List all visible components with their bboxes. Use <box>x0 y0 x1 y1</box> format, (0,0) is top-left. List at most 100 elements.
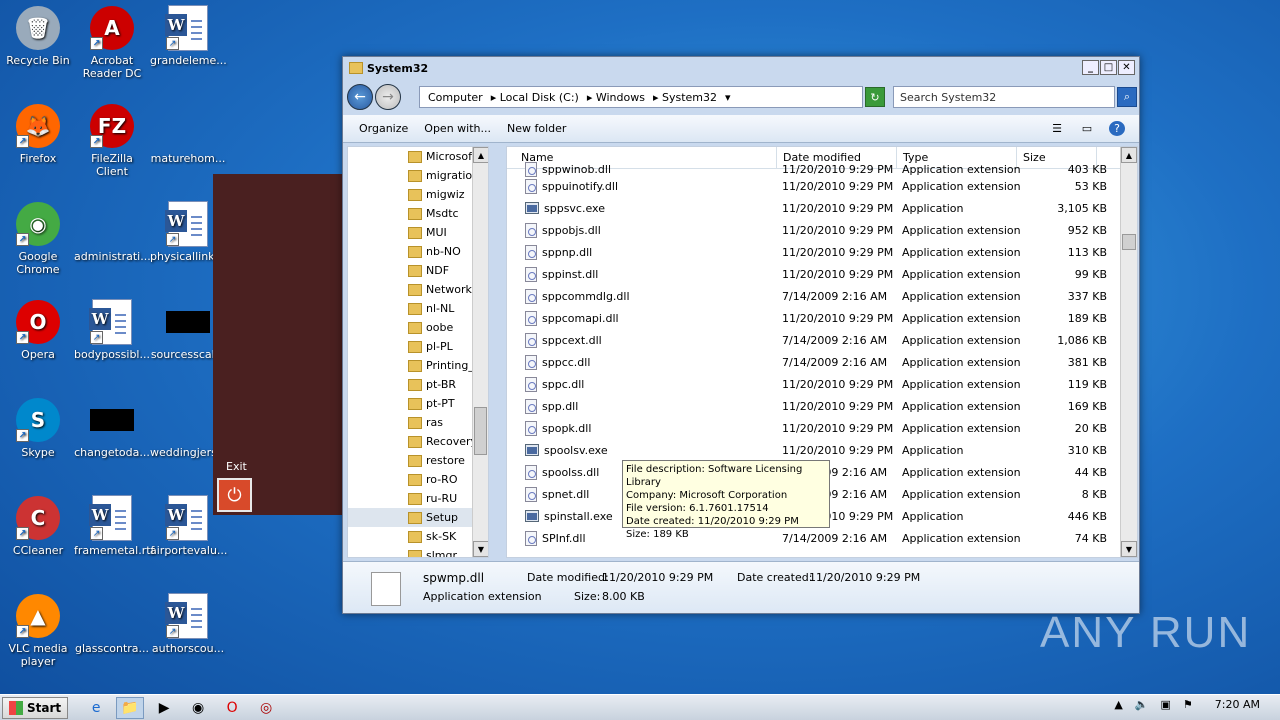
nav-item[interactable]: Microsoft <box>348 147 488 166</box>
nav-item[interactable]: NDF <box>348 261 488 280</box>
scroll-up-icon[interactable]: ▲ <box>1121 147 1137 163</box>
file-row[interactable]: sppcomapi.dll 11/20/2010 9:29 PM Applicati… <box>507 307 1137 329</box>
dll-file-icon <box>525 398 537 414</box>
nav-item[interactable]: Msdtc <box>348 204 488 223</box>
help-icon[interactable]: ? <box>1109 121 1125 136</box>
breadcrumb-0[interactable]: Computer <box>428 91 483 104</box>
clock[interactable]: 7:20 AM <box>1215 698 1260 711</box>
media-player-icon[interactable]: ▶ <box>150 697 178 719</box>
file-date: 7/14/2009 2:16 AM <box>782 333 888 347</box>
desktop-icon-20[interactable]: ↗ authorscou... <box>150 593 226 655</box>
scroll-up-icon[interactable]: ▲ <box>473 147 488 163</box>
file-size: 381 KB <box>1067 355 1107 369</box>
file-row[interactable]: sppcc.dll 7/14/2009 2:16 AM Application ex… <box>507 351 1137 373</box>
desktop-icon-7[interactable]: administrati... <box>74 202 151 263</box>
new-folder-button[interactable]: New folder <box>507 122 566 135</box>
nav-item[interactable]: slmgr <box>348 546 488 557</box>
file-row[interactable]: spoolsv.exe 11/20/2010 9:29 PM Application… <box>507 439 1137 461</box>
nav-item[interactable]: ro-RO <box>348 470 488 489</box>
minimize-button[interactable]: _ <box>1082 60 1099 75</box>
back-button[interactable]: ← <box>347 84 373 110</box>
desktop-icon-12[interactable]: S ↗ Skype <box>0 398 76 459</box>
address-bar[interactable]: Computer ▸ Local Disk (C:) ▸ Windows ▸ Syst… <box>419 86 863 108</box>
file-row[interactable]: sppinst.dll 11/20/2010 9:29 PM Application… <box>507 263 1137 285</box>
file-row[interactable]: sppsvc.exe 11/20/2010 9:29 PM Application 3… <box>507 197 1137 219</box>
desktop-icon-2[interactable]: ↗ grandeleme... <box>150 5 227 67</box>
file-row[interactable]: sppuinotify.dll 11/20/2010 9:29 PM Applica… <box>507 175 1137 197</box>
forward-button[interactable]: → <box>375 84 401 110</box>
search-input[interactable]: Search System32 <box>893 86 1115 108</box>
organize-button[interactable]: Organize <box>359 122 408 135</box>
nav-item[interactable]: Setup <box>348 508 488 527</box>
nav-item[interactable]: nb-NO <box>348 242 488 261</box>
nav-item[interactable]: Printing_Adm <box>348 356 488 375</box>
open-with-button[interactable]: Open with... <box>424 122 491 135</box>
desktop-icon-18[interactable]: ▲ ↗ VLC media player <box>0 594 76 668</box>
nav-item[interactable]: migration <box>348 166 488 185</box>
scroll-thumb[interactable] <box>474 407 487 455</box>
exit-power-button[interactable]: ⏻ <box>217 478 252 512</box>
explorer-taskbar-icon[interactable]: 📁 <box>116 696 145 719</box>
desktop-icon-5[interactable]: maturehom... <box>150 104 226 165</box>
desktop-icon-10[interactable]: ↗ bodypossibl... <box>74 299 150 361</box>
file-row[interactable]: sppnp.dll 11/20/2010 9:29 PM Application e… <box>507 241 1137 263</box>
start-button[interactable]: Start <box>2 696 69 719</box>
nav-item[interactable]: Recovery <box>348 432 488 451</box>
nav-item[interactable]: migwiz <box>348 185 488 204</box>
nav-item[interactable]: ras <box>348 413 488 432</box>
breadcrumb-2[interactable]: Windows <box>596 91 645 104</box>
breadcrumb-3[interactable]: System32 <box>662 91 717 104</box>
desktop-icon-15[interactable]: C ↗ CCleaner <box>0 496 76 557</box>
nav-item[interactable]: pl-PL <box>348 337 488 356</box>
scroll-down-icon[interactable]: ▼ <box>1121 541 1137 557</box>
desktop-icon-6[interactable]: ◉ ↗ Google Chrome <box>0 202 76 276</box>
file-row[interactable]: sppcommdlg.dll 7/14/2009 2:16 AM Applicati… <box>507 285 1137 307</box>
opera-icon[interactable]: O <box>218 697 246 719</box>
nav-item[interactable]: sk-SK <box>348 527 488 546</box>
desktop-icon-19[interactable]: glasscontra... <box>74 594 150 655</box>
nav-item[interactable]: restore <box>348 451 488 470</box>
nav-scrollbar[interactable]: ▲ ▼ <box>472 147 488 557</box>
desktop-icon-9[interactable]: O ↗ Opera <box>0 300 76 361</box>
file-row[interactable]: spopk.dll 11/20/2010 9:29 PM Application e… <box>507 417 1137 439</box>
nav-item[interactable]: MUI <box>348 223 488 242</box>
desktop-icon-0[interactable]: 🗑 Recycle Bin <box>0 6 76 67</box>
desktop-icon-3[interactable]: 🦊 ↗ Firefox <box>0 104 76 165</box>
file-name: sppwinob.dll <box>542 162 612 176</box>
preview-pane-icon[interactable]: ▭ <box>1079 121 1095 136</box>
nav-item[interactable]: NetworkList <box>348 280 488 299</box>
refresh-icon[interactable]: ↻ <box>865 87 885 107</box>
nav-item[interactable]: pt-PT <box>348 394 488 413</box>
view-options-icon[interactable]: ☰ <box>1049 121 1065 136</box>
flag-icon[interactable]: ⚑ <box>1183 698 1193 711</box>
app-taskbar-icon[interactable]: ◎ <box>252 697 280 719</box>
network-icon[interactable]: ▣ <box>1161 698 1171 711</box>
nav-item[interactable]: pt-BR <box>348 375 488 394</box>
desktop-icon-16[interactable]: ↗ framemetal.rtf <box>74 495 154 557</box>
scroll-down-icon[interactable]: ▼ <box>473 541 488 557</box>
file-scrollbar[interactable]: ▲ ▼ <box>1120 147 1137 557</box>
file-row[interactable]: sppwinob.dll 11/20/2010 9:29 PM Applicatio… <box>507 161 1137 177</box>
file-row[interactable]: sppc.dll 11/20/2010 9:29 PM Application ex… <box>507 373 1137 395</box>
tray-arrow-icon[interactable]: ▲ <box>1114 698 1122 711</box>
breadcrumb-1[interactable]: Local Disk (C:) <box>500 91 579 104</box>
file-row[interactable]: spp.dll 11/20/2010 9:29 PM Application ext… <box>507 395 1137 417</box>
scroll-thumb[interactable] <box>1122 234 1136 250</box>
speaker-icon[interactable]: 🔈 <box>1135 698 1149 711</box>
file-name: sppsvc.exe <box>544 201 605 215</box>
nav-item[interactable]: nl-NL <box>348 299 488 318</box>
desktop-icon-13[interactable]: changetoda... <box>74 398 150 459</box>
close-button[interactable]: ✕ <box>1118 60 1135 75</box>
desktop-icon-1[interactable]: A ↗ Acrobat Reader DC <box>74 6 150 80</box>
ie-icon[interactable]: e <box>82 697 110 719</box>
file-row[interactable]: sppcext.dll 7/14/2009 2:16 AM Application … <box>507 329 1137 351</box>
maximize-button[interactable]: □ <box>1100 60 1117 75</box>
nav-item[interactable]: ru-RU <box>348 489 488 508</box>
file-name: spoolss.dll <box>542 465 600 479</box>
nav-item[interactable]: oobe <box>348 318 488 337</box>
chrome-icon[interactable]: ◉ <box>184 697 212 719</box>
title-bar[interactable]: System32 _ □ ✕ <box>343 57 1139 79</box>
desktop-icon-4[interactable]: FZ ↗ FileZilla Client <box>74 104 150 178</box>
search-icon[interactable]: ⌕ <box>1117 87 1137 107</box>
file-row[interactable]: sppobjs.dll 11/20/2010 9:29 PM Application… <box>507 219 1137 241</box>
